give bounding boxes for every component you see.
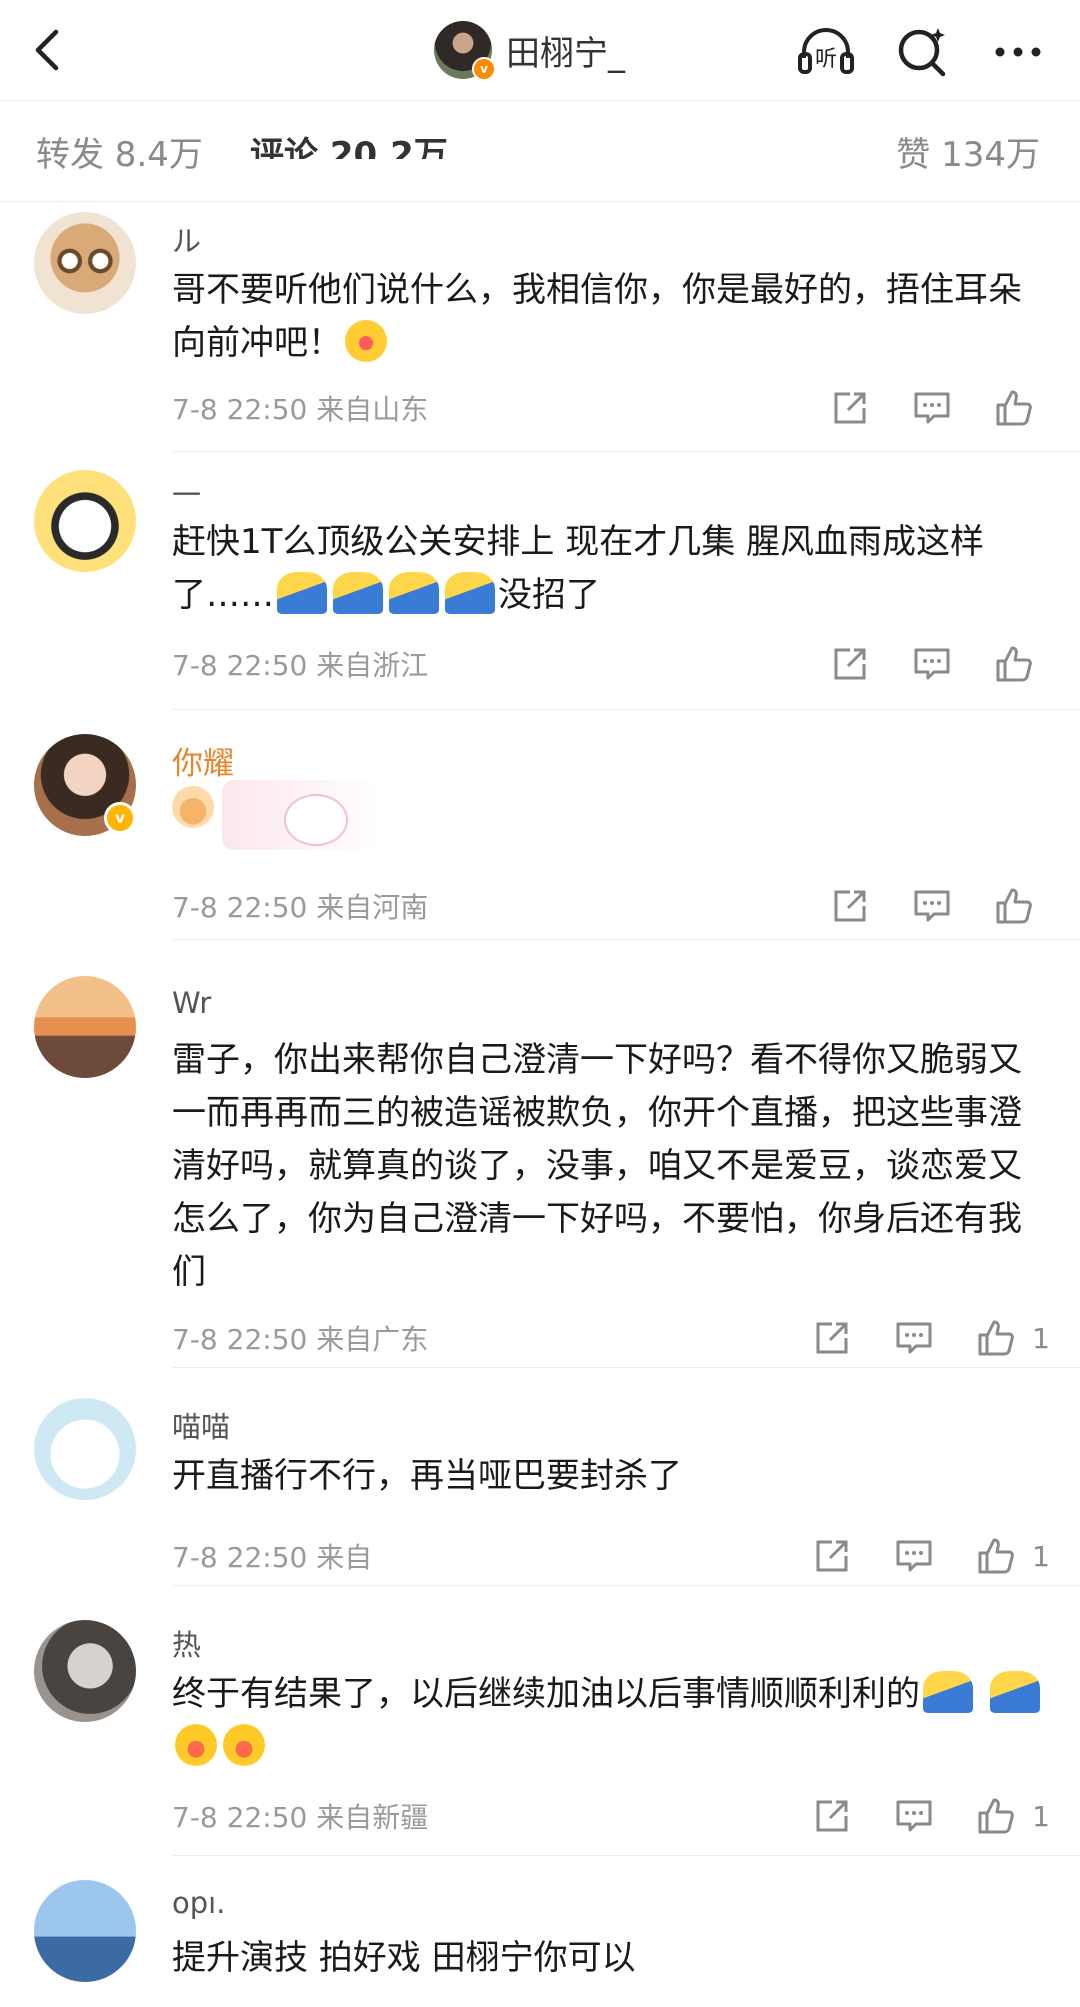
- comment-text: 雷子，你出来帮你自己澄清一下好吗？看不得你又脆弱又一而再再而三的被造谣被欺负，你…: [172, 1040, 1022, 1292]
- like-count: 1: [1032, 1321, 1050, 1355]
- thumbs-up-icon: [994, 642, 1038, 686]
- run-emoji: [445, 572, 495, 614]
- bunny-face: [284, 794, 348, 846]
- user-avatar[interactable]: [34, 976, 136, 1078]
- laugh-emoji: [175, 1724, 217, 1766]
- share-icon[interactable]: [830, 386, 874, 430]
- comment-text: 开直播行不行，再当哑巴要封杀了: [172, 1456, 682, 1496]
- user-avatar[interactable]: v: [34, 734, 136, 836]
- share-icon[interactable]: [830, 884, 874, 928]
- thumbs-up-emoji: [172, 786, 214, 828]
- comment-meta: 7-8 22:50 来自新疆: [172, 1801, 429, 1834]
- user-avatar[interactable]: [34, 212, 136, 314]
- comment-actions: [792, 642, 1050, 686]
- like-button[interactable]: [994, 884, 1050, 928]
- username[interactable]: ル: [172, 218, 201, 260]
- user-avatar[interactable]: [34, 1880, 136, 1982]
- reply-icon[interactable]: [894, 1316, 938, 1360]
- username[interactable]: 热: [172, 1622, 201, 1664]
- comment-actions: [792, 386, 1050, 430]
- comment-tail: 没招了: [498, 575, 600, 615]
- username[interactable]: opı.: [172, 1886, 225, 1920]
- comment-body: 哥不要听他们说什么，我相信你，你是最好的，捂住耳朵向前冲吧！: [172, 270, 1022, 363]
- top-bar: v 田栩宁_ 听: [0, 0, 1080, 100]
- run-emoji: [923, 1671, 973, 1713]
- comment-meta: 7-8 22:50 来自浙江: [172, 649, 429, 682]
- like-button[interactable]: [994, 642, 1050, 686]
- run-emoji: [389, 572, 439, 614]
- username[interactable]: Wr: [172, 986, 211, 1020]
- yum-emoji: [345, 320, 387, 362]
- reply-icon[interactable]: [912, 884, 956, 928]
- tab-comment[interactable]: 评论 20.2万: [250, 127, 448, 159]
- run-emoji: [989, 1671, 1040, 1713]
- comment-actions: 1: [774, 1534, 1050, 1578]
- like-button[interactable]: 1: [976, 1794, 1050, 1838]
- thumbs-up-icon: [976, 1316, 1020, 1360]
- like-count: 1: [1032, 1539, 1050, 1573]
- post-author[interactable]: v 田栩宁_: [434, 20, 625, 81]
- share-icon[interactable]: [830, 642, 874, 686]
- author-avatar[interactable]: v: [434, 21, 496, 81]
- comment-item: 热 终于有结果了，以后继续加油以后事情顺顺利利的 7-8 22:50 来自新疆 …: [0, 1586, 1080, 1856]
- share-icon[interactable]: [812, 1534, 856, 1578]
- username[interactable]: 喵喵: [172, 1404, 230, 1446]
- like-button[interactable]: [994, 386, 1050, 430]
- user-avatar[interactable]: [34, 1398, 136, 1500]
- thumbs-up-icon: [976, 1794, 1020, 1838]
- search-icon[interactable]: [892, 22, 952, 82]
- comment-meta: 7-8 22:50 来自山东: [172, 393, 429, 426]
- comment-text: 哥不要听他们说什么，我相信你，你是最好的，捂住耳朵向前冲吧！: [172, 264, 1052, 370]
- comment-item: ル 哥不要听他们说什么，我相信你，你是最好的，捂住耳朵向前冲吧！ 7-8 22:…: [0, 200, 1080, 452]
- comment-item: v 你耀 7-8 22:50 来自河南: [0, 710, 1080, 940]
- reply-icon[interactable]: [894, 1534, 938, 1578]
- reply-icon[interactable]: [912, 642, 956, 686]
- tab-repost[interactable]: 转发 8.4万: [36, 127, 203, 176]
- reply-icon[interactable]: [894, 1794, 938, 1838]
- user-avatar[interactable]: [34, 470, 136, 572]
- run-emoji: [333, 572, 383, 614]
- comment-meta: 7-8 22:50 来自广东: [172, 1323, 429, 1356]
- thumbs-up-icon: [994, 884, 1038, 928]
- share-icon[interactable]: [812, 1794, 856, 1838]
- comment-actions: 1: [774, 1794, 1050, 1838]
- user-avatar[interactable]: [34, 1620, 136, 1722]
- like-button[interactable]: 1: [976, 1534, 1050, 1578]
- page-title: 田栩宁_: [506, 33, 625, 74]
- comment-text: 提升演技 拍好戏 田栩宁你可以: [172, 1938, 636, 1978]
- bunny-sticker: [222, 780, 382, 850]
- comment-item: Wr 雷子，你出来帮你自己澄清一下好吗？看不得你又脆弱又一而再再而三的被造谣被欺…: [0, 940, 1080, 1368]
- stats-bar: 转发 8.4万 评论 20.2万 赞 134万: [0, 100, 1080, 202]
- comment-body: 终于有结果了，以后继续加油以后事情顺顺利利的: [172, 1674, 920, 1714]
- username[interactable]: 你耀: [172, 738, 234, 783]
- like-count: 1: [1032, 1799, 1050, 1833]
- comment-actions: 1: [774, 1316, 1050, 1360]
- listen-icon[interactable]: 听: [796, 22, 856, 82]
- thumbs-up-icon: [994, 386, 1038, 430]
- tab-like[interactable]: 赞 134万: [896, 127, 1040, 176]
- run-emoji: [277, 572, 327, 614]
- comment-text: 终于有结果了，以后继续加油以后事情顺顺利利的: [172, 1668, 1052, 1774]
- thumbs-up-icon: [976, 1534, 1020, 1578]
- comment-item: 喵喵 开直播行不行，再当哑巴要封杀了 7-8 22:50 来自 1: [0, 1368, 1080, 1586]
- comment-actions: [792, 884, 1050, 928]
- comment-meta: 7-8 22:50 来自河南: [172, 891, 429, 924]
- verified-badge-icon: v: [472, 57, 496, 81]
- comment-text: 赶快1T么顶级公关安排上 现在才几集 腥风血雨成这样了…… 没招了: [172, 516, 1052, 622]
- back-icon[interactable]: [22, 22, 78, 78]
- laugh-emoji: [223, 1724, 265, 1766]
- more-icon[interactable]: [988, 22, 1048, 82]
- like-button[interactable]: 1: [976, 1316, 1050, 1360]
- comment-item: opı. 提升演技 拍好戏 田栩宁你可以: [0, 1856, 1080, 2007]
- verified-badge-icon: v: [104, 802, 136, 834]
- reply-icon[interactable]: [912, 386, 956, 430]
- username[interactable]: 一: [172, 472, 201, 514]
- comment-meta: 7-8 22:50 来自: [172, 1541, 373, 1574]
- listen-label: 听: [815, 47, 837, 72]
- comment-item: 一 赶快1T么顶级公关安排上 现在才几集 腥风血雨成这样了…… 没招了 7-8 2…: [0, 452, 1080, 710]
- share-icon[interactable]: [812, 1316, 856, 1360]
